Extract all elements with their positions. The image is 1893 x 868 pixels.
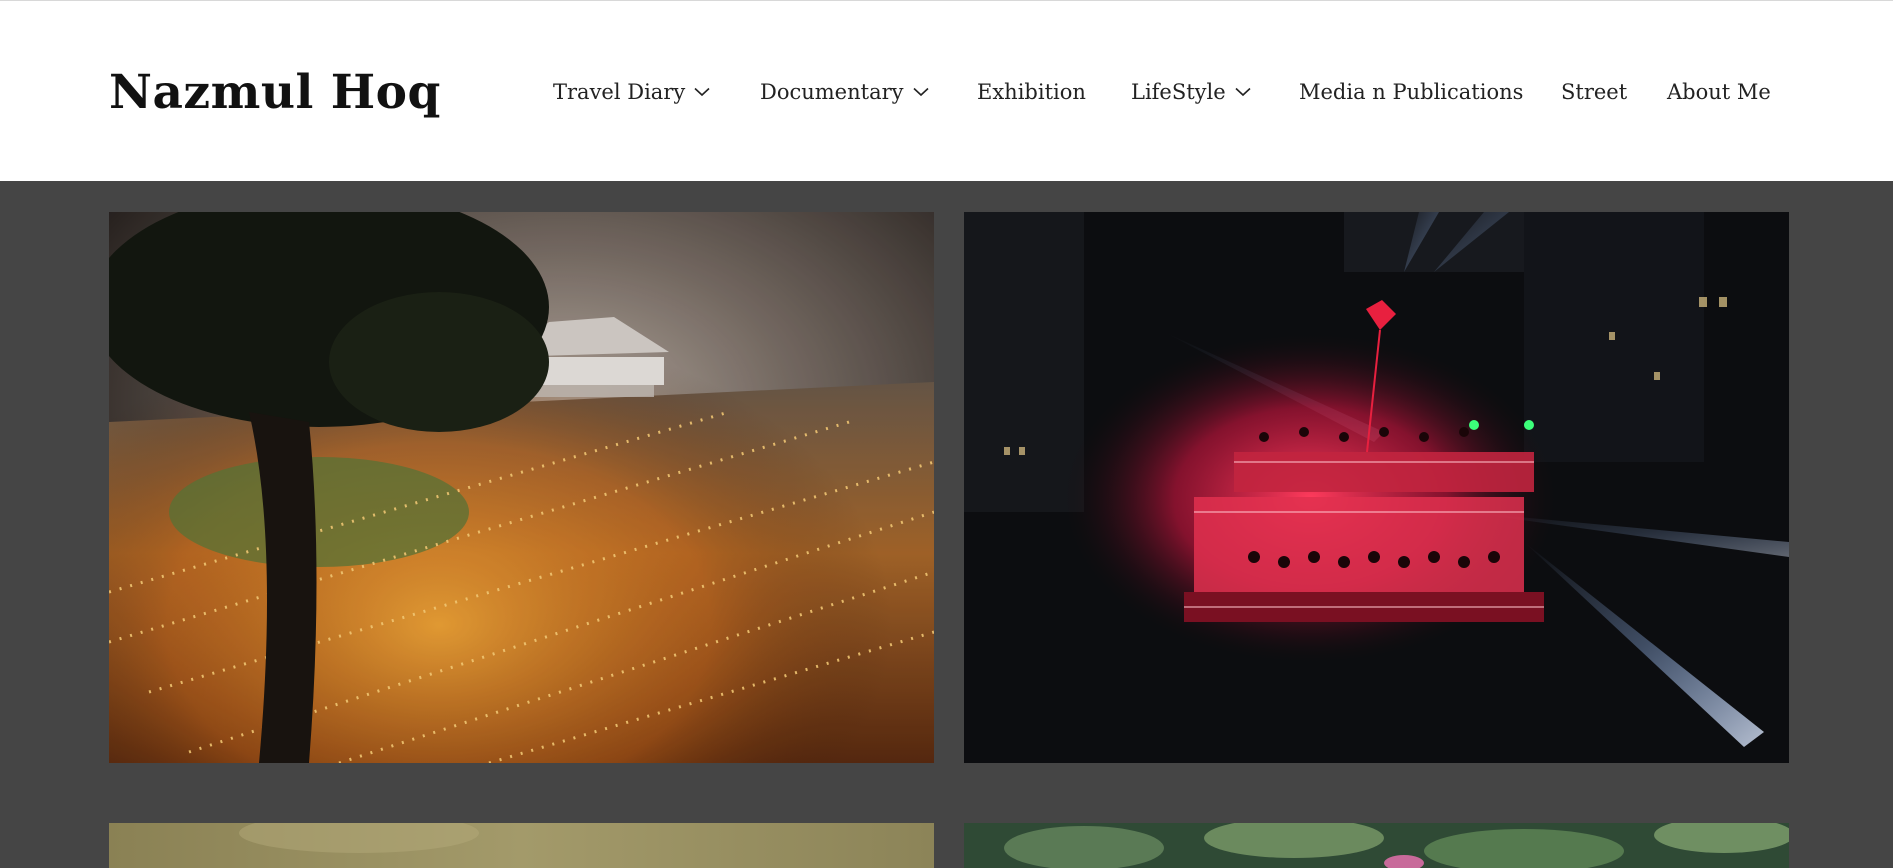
- nav-item-travel-diary[interactable]: Travel Diary: [553, 77, 710, 107]
- nav-item-label: Documentary: [760, 80, 904, 104]
- nav-item-exhibition[interactable]: Exhibition: [977, 77, 1086, 107]
- nav-item-media-publications[interactable]: Media n Publications: [1299, 77, 1523, 107]
- nav-item-lifestyle[interactable]: LifeStyle: [1131, 77, 1251, 107]
- site-header: Nazmul Hoq Travel Diary Documentary Exhi…: [0, 0, 1893, 181]
- nav-item-label: Street: [1561, 80, 1628, 104]
- main-navigation: Travel Diary Documentary Exhibition Life…: [0, 1, 1893, 182]
- nav-item-about-me[interactable]: About Me: [1667, 77, 1771, 107]
- nav-item-label: Exhibition: [977, 80, 1086, 104]
- chevron-down-icon[interactable]: [912, 87, 929, 97]
- nav-item-label: About Me: [1667, 80, 1771, 104]
- gallery-photo-rooftop-stage[interactable]: [964, 212, 1789, 763]
- nav-item-label: Travel Diary: [553, 80, 686, 104]
- nav-item-label: Media n Publications: [1299, 80, 1524, 104]
- gallery-photo-olive[interactable]: [109, 823, 934, 868]
- chevron-down-icon[interactable]: [1235, 87, 1251, 97]
- nav-item-label: LifeStyle: [1131, 80, 1226, 104]
- gallery-photo-leaves[interactable]: [964, 823, 1789, 868]
- gallery-photo-candle-gathering[interactable]: [109, 212, 934, 763]
- chevron-down-icon[interactable]: [694, 87, 710, 97]
- nav-item-street[interactable]: Street: [1561, 77, 1627, 107]
- nav-item-documentary[interactable]: Documentary: [760, 77, 929, 107]
